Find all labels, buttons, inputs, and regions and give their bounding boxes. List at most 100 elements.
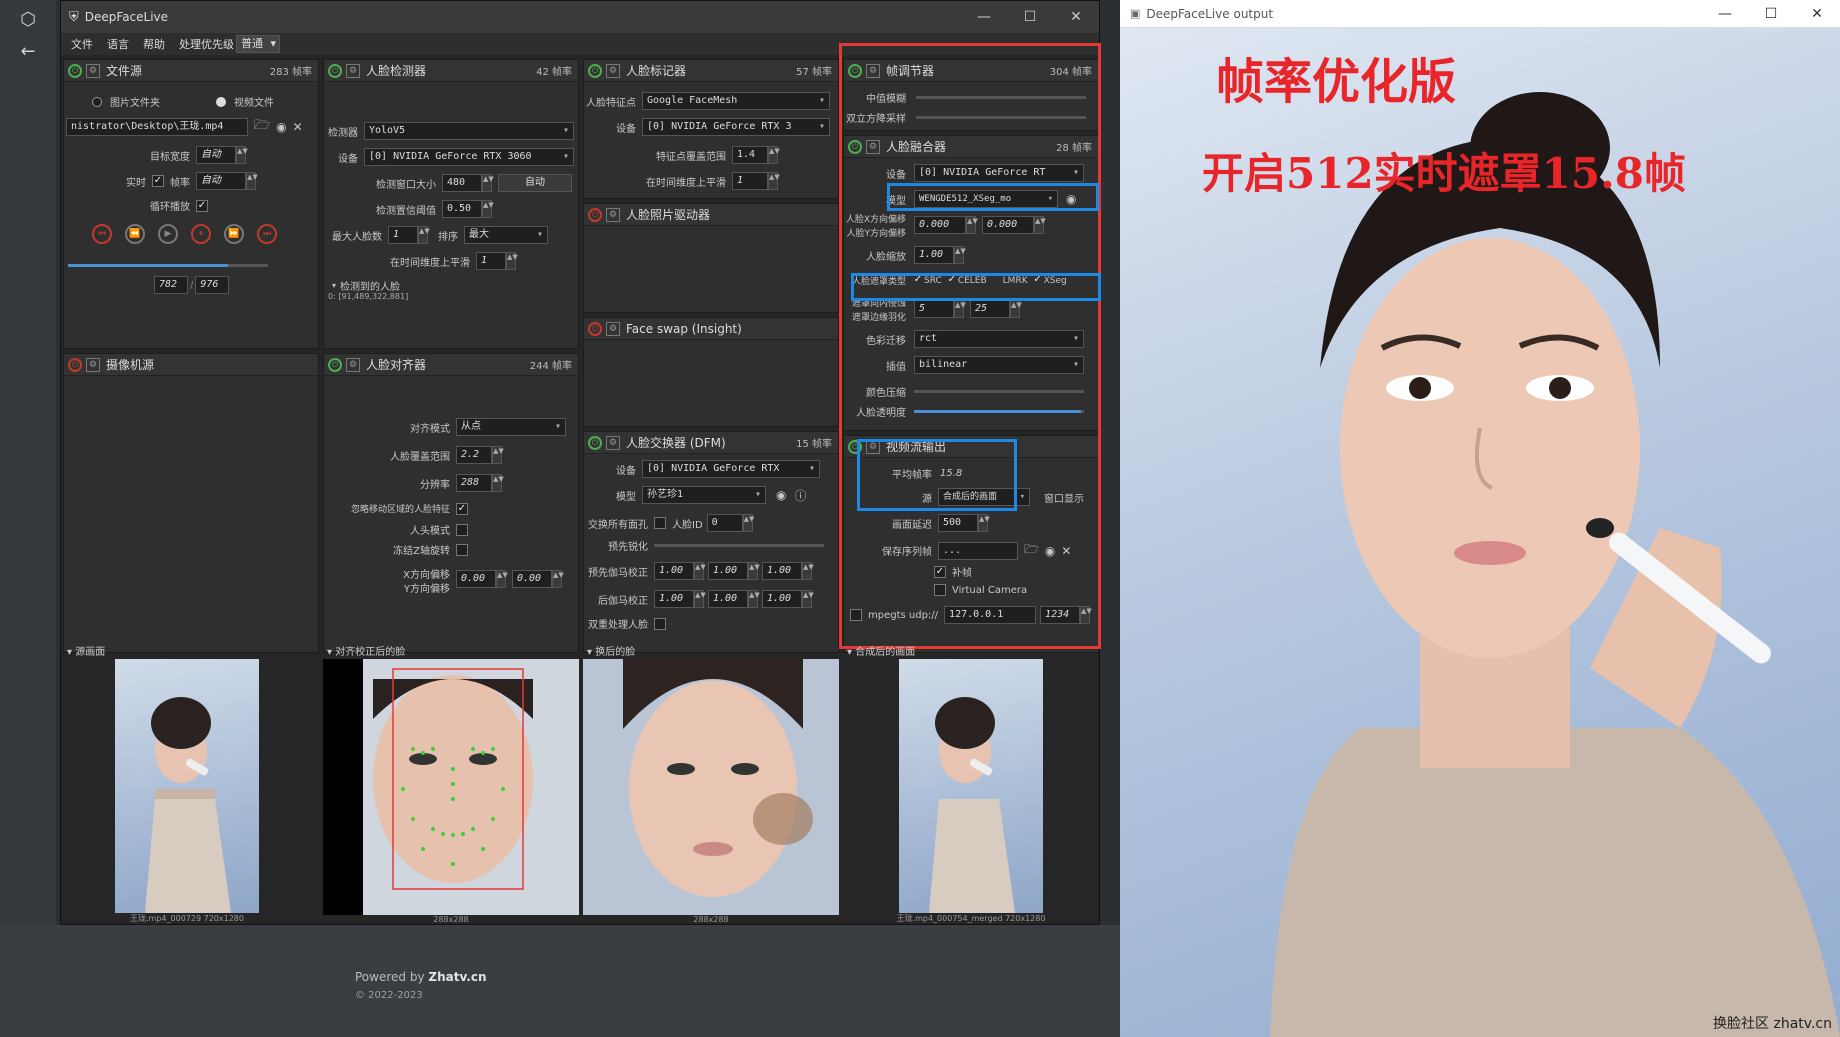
power-icon[interactable]: ⏻ [328, 357, 342, 372]
close-button[interactable]: ✕ [1053, 9, 1099, 25]
device-dropdown[interactable]: [0] NVIDIA GeForce RTX [642, 460, 820, 478]
frame-index-input[interactable]: 782 [154, 276, 188, 294]
target-width-input[interactable]: 自动 [196, 146, 236, 164]
resolution-spin[interactable]: ▲▼ [492, 474, 504, 492]
power-icon[interactable]: ⏻ [588, 63, 602, 78]
timeline-slider[interactable] [68, 264, 268, 267]
power-icon[interactable]: ⏻ [328, 63, 342, 78]
swap-all-checkbox[interactable] [654, 517, 666, 529]
maximize-button[interactable]: ☐ [1007, 9, 1053, 25]
clear-icon[interactable]: ✕ [293, 120, 303, 134]
pre-gamma-g-input[interactable]: 1.00 [708, 562, 748, 580]
device-dropdown[interactable]: [0] NVIDIA GeForce RTX 3060 [364, 148, 574, 166]
sort-dropdown[interactable]: 最大 [464, 226, 548, 244]
auto-button[interactable]: 自动 [498, 174, 572, 192]
post-gamma-g-spin[interactable]: ▲▼ [748, 590, 760, 608]
threshold-input[interactable]: 0.50 [442, 200, 482, 218]
menu-language[interactable]: 语言 [107, 36, 129, 52]
model-dropdown[interactable]: 孙艺珍1 [642, 486, 766, 504]
last-frame-button[interactable]: ⏭ [257, 224, 277, 244]
info-icon[interactable]: ⓘ [794, 487, 806, 504]
detector-dropdown[interactable]: YoloV5 [364, 122, 574, 140]
pre-gamma-g-spin[interactable]: ▲▼ [748, 562, 760, 580]
next-frame-button[interactable]: ⏩ [224, 224, 244, 244]
gear-icon[interactable]: ⚙ [346, 357, 360, 372]
resolution-input[interactable]: 288 [456, 474, 492, 492]
play-button[interactable]: ▶ [158, 224, 178, 244]
gear-icon[interactable]: ⚙ [606, 321, 620, 336]
radio-image-folder[interactable] [92, 96, 102, 107]
gear-icon[interactable]: ⚙ [86, 357, 100, 372]
face-id-spin[interactable]: ▲▼ [742, 514, 754, 532]
coverage-spin[interactable]: ▲▼ [492, 446, 504, 464]
marker-temporal-spin[interactable]: ▲▼ [768, 172, 780, 190]
priority-dropdown[interactable]: 普通 [236, 35, 280, 53]
gear-icon[interactable]: ⚙ [86, 63, 100, 78]
eye-icon[interactable]: ◉ [776, 488, 786, 502]
align-mode-dropdown[interactable]: 从点 [456, 418, 566, 436]
powered-brand-link[interactable]: Zhatv.cn [428, 970, 486, 984]
gear-icon[interactable]: ⚙ [606, 63, 620, 78]
temporal-input[interactable]: 1 [476, 252, 506, 270]
two-pass-checkbox[interactable] [654, 617, 666, 630]
x-offset-input[interactable]: 0.00 [456, 570, 496, 588]
minimize-button[interactable]: — [1702, 6, 1748, 22]
marker-range-spin[interactable]: ▲▼ [768, 146, 780, 164]
y-offset-spin[interactable]: ▲▼ [552, 570, 564, 588]
window-size-input[interactable]: 480 [442, 174, 482, 192]
collapse-arrow-icon[interactable]: ▾ [67, 647, 75, 658]
gear-icon[interactable]: ⚙ [346, 63, 360, 78]
y-offset-input[interactable]: 0.00 [512, 570, 552, 588]
presharpen-slider[interactable] [654, 544, 824, 547]
eye-icon[interactable]: ◉ [276, 120, 286, 134]
collapse-arrow-icon[interactable]: ▾ [847, 647, 855, 658]
face-id-input[interactable]: 0 [706, 514, 743, 532]
max-faces-spin[interactable]: ▲▼ [418, 226, 430, 244]
x-offset-spin[interactable]: ▲▼ [496, 570, 508, 588]
first-frame-button[interactable]: ⏮ [92, 224, 112, 244]
collapse-arrow-icon[interactable]: ▾ [332, 281, 336, 290]
freeze-z-checkbox[interactable] [456, 543, 468, 556]
post-gamma-b-input[interactable]: 1.00 [762, 590, 802, 608]
minimize-button[interactable]: — [961, 9, 1007, 25]
power-icon[interactable]: ⏻ [588, 321, 602, 336]
collapse-arrow-icon[interactable]: ▾ [587, 647, 595, 658]
head-mode-checkbox[interactable] [456, 523, 468, 536]
exclude-moving-checkbox[interactable]: ✓ [456, 502, 468, 515]
folder-open-icon[interactable]: 🗁 [254, 116, 270, 138]
loop-checkbox[interactable]: ✓ [196, 199, 208, 212]
pause-button[interactable]: ⏸ [191, 224, 211, 244]
device-dropdown[interactable]: [0] NVIDIA GeForce RTX 3 [642, 118, 830, 136]
temporal-spin[interactable]: ▲▼ [506, 252, 518, 270]
gear-icon[interactable]: ⚙ [606, 435, 620, 450]
menu-file[interactable]: 文件 [71, 36, 93, 52]
extension-icon[interactable]: ⬡ [16, 8, 40, 32]
close-button[interactable]: ✕ [1794, 6, 1840, 22]
collapse-arrow-icon[interactable]: ▾ [327, 647, 335, 658]
pre-gamma-b-input[interactable]: 1.00 [762, 562, 802, 580]
post-gamma-b-spin[interactable]: ▲▼ [802, 590, 814, 608]
realtime-checkbox[interactable]: ✓ [152, 175, 164, 187]
target-width-spin[interactable]: ▲▼ [236, 146, 248, 164]
power-icon[interactable]: ⏻ [588, 207, 602, 222]
prev-frame-button[interactable]: ⏪ [125, 224, 145, 244]
pre-gamma-b-spin[interactable]: ▲▼ [802, 562, 814, 580]
post-gamma-g-input[interactable]: 1.00 [708, 590, 748, 608]
marker-temporal-input[interactable]: 1 [732, 172, 768, 190]
window-size-spin[interactable]: ▲▼ [482, 174, 494, 192]
maximize-button[interactable]: ☐ [1748, 6, 1794, 22]
power-icon[interactable]: ⏻ [68, 63, 82, 78]
threshold-spin[interactable]: ▲▼ [482, 200, 494, 218]
pre-gamma-r-spin[interactable]: ▲▼ [694, 562, 706, 580]
marker-range-input[interactable]: 1.4 [732, 146, 768, 164]
file-path-input[interactable]: nistrator\Desktop\王珑.mp4 [66, 118, 248, 136]
menu-help[interactable]: 帮助 [143, 36, 165, 52]
gear-icon[interactable]: ⚙ [606, 207, 620, 222]
power-icon[interactable]: ⏻ [588, 435, 602, 450]
max-faces-input[interactable]: 1 [388, 226, 418, 244]
fps-input[interactable]: 自动 [196, 172, 246, 190]
post-gamma-r-spin[interactable]: ▲▼ [694, 590, 706, 608]
fps-spin[interactable]: ▲▼ [246, 172, 258, 190]
back-arrow-icon[interactable]: ← [16, 40, 40, 64]
power-icon[interactable]: ⏻ [68, 357, 82, 372]
